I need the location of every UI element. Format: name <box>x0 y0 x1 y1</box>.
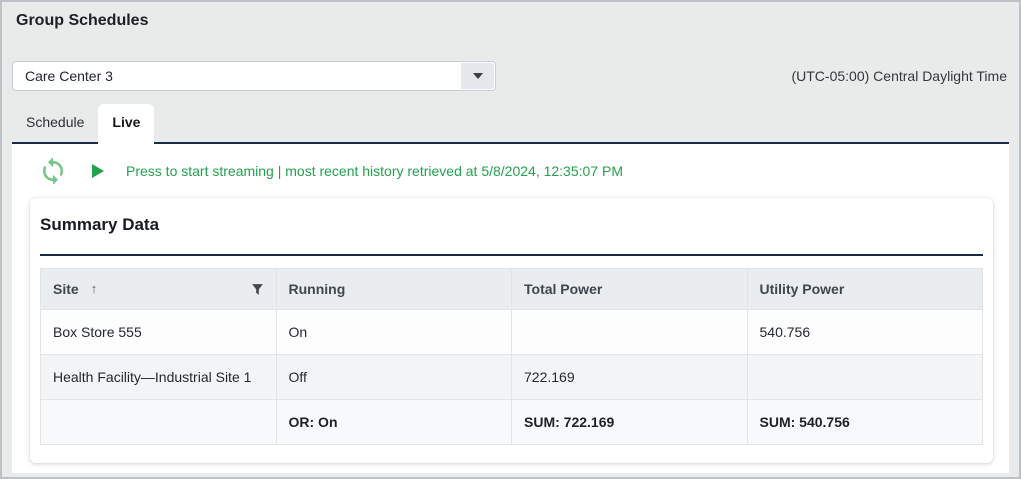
tab-schedule[interactable]: Schedule <box>12 104 98 142</box>
cell-site: Box Store 555 <box>41 310 277 355</box>
group-schedules-page: Group Schedules Care Center 3 (UTC-05:00… <box>0 0 1021 479</box>
column-header-running[interactable]: Running <box>276 269 512 310</box>
cell-utility-power: 540.756 <box>747 310 983 355</box>
table-row: Box Store 555 On 540.756 <box>41 310 983 355</box>
page-title: Group Schedules <box>2 2 1019 30</box>
table-row: Health Facility—Industrial Site 1 Off 72… <box>41 355 983 400</box>
cell-running: Off <box>276 355 512 400</box>
cell-total-power-sum: SUM: 722.169 <box>512 400 748 445</box>
group-select-value: Care Center 3 <box>13 68 461 84</box>
timezone-label: (UTC-05:00) Central Daylight Time <box>791 68 1007 84</box>
group-select[interactable]: Care Center 3 <box>12 61 496 91</box>
column-header-site[interactable]: Site ↑ <box>41 269 277 310</box>
table-header-row: Site ↑ Running Total Power Utility Power <box>41 269 983 310</box>
table-summary-row: OR: On SUM: 722.169 SUM: 540.756 <box>41 400 983 445</box>
caret-down-icon <box>473 73 483 79</box>
sort-ascending-icon: ↑ <box>91 279 98 299</box>
cell-site: Health Facility—Industrial Site 1 <box>41 355 277 400</box>
cell-running-aggregate: OR: On <box>276 400 512 445</box>
cell-site <box>41 400 277 445</box>
summary-data-card: Summary Data Site ↑ <box>30 198 993 463</box>
play-icon[interactable] <box>92 164 104 178</box>
cell-total-power <box>512 310 748 355</box>
cell-total-power: 722.169 <box>512 355 748 400</box>
group-select-dropdown-button[interactable] <box>461 63 494 89</box>
cell-utility-power-sum: SUM: 540.756 <box>747 400 983 445</box>
controls-row: Care Center 3 (UTC-05:00) Central Daylig… <box>12 61 1007 91</box>
stream-controls-row: Press to start streaming | most recent h… <box>12 144 1009 196</box>
summary-table: Site ↑ Running Total Power Utility Power <box>40 268 983 445</box>
cell-running: On <box>276 310 512 355</box>
title-divider <box>40 254 983 256</box>
tab-live[interactable]: Live <box>98 104 154 142</box>
summary-data-title: Summary Data <box>40 214 983 236</box>
column-header-utility-power[interactable]: Utility Power <box>747 269 983 310</box>
refresh-icon[interactable] <box>38 156 68 186</box>
live-tab-panel: Press to start streaming | most recent h… <box>12 142 1009 473</box>
tab-bar: Schedule Live <box>12 104 1019 142</box>
filter-icon[interactable] <box>251 283 264 296</box>
column-header-total-power[interactable]: Total Power <box>512 269 748 310</box>
stream-status-text[interactable]: Press to start streaming | most recent h… <box>126 163 623 179</box>
column-header-site-label: Site <box>53 279 79 299</box>
cell-utility-power <box>747 355 983 400</box>
